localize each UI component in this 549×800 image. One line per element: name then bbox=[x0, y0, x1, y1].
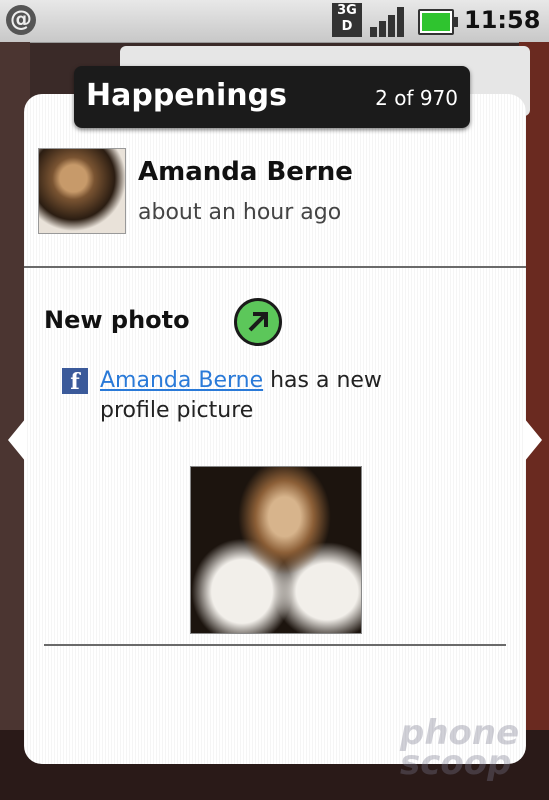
at-icon: @ bbox=[6, 5, 36, 35]
previous-arrow-icon[interactable] bbox=[8, 418, 26, 462]
divider-bottom bbox=[44, 644, 506, 646]
avatar[interactable] bbox=[38, 148, 126, 234]
divider bbox=[24, 266, 526, 268]
item-counter: 2 of 970 bbox=[375, 86, 458, 110]
open-button[interactable] bbox=[234, 298, 282, 346]
watermark: phone scoop bbox=[400, 713, 520, 783]
arrow-up-right-icon bbox=[248, 312, 268, 332]
section-title: New photo bbox=[44, 306, 190, 334]
user-name[interactable]: Amanda Berne bbox=[138, 157, 353, 187]
next-arrow-icon[interactable] bbox=[524, 418, 542, 462]
signal-icon bbox=[370, 5, 410, 37]
popup-title: Happenings bbox=[86, 78, 287, 113]
timestamp: about an hour ago bbox=[138, 200, 342, 225]
3g-icon: 3G D bbox=[332, 3, 362, 37]
profile-photo[interactable] bbox=[190, 466, 362, 634]
clock: 11:58 bbox=[464, 6, 541, 34]
battery-icon bbox=[418, 9, 458, 35]
status-bar: @ 3G D 11:58 bbox=[0, 0, 549, 43]
facebook-icon: f bbox=[62, 368, 88, 395]
popup-header: Happenings 2 of 970 bbox=[74, 66, 470, 128]
post-text: Amanda Berne has a new profile picture bbox=[100, 366, 440, 426]
user-link[interactable]: Amanda Berne bbox=[100, 368, 263, 393]
